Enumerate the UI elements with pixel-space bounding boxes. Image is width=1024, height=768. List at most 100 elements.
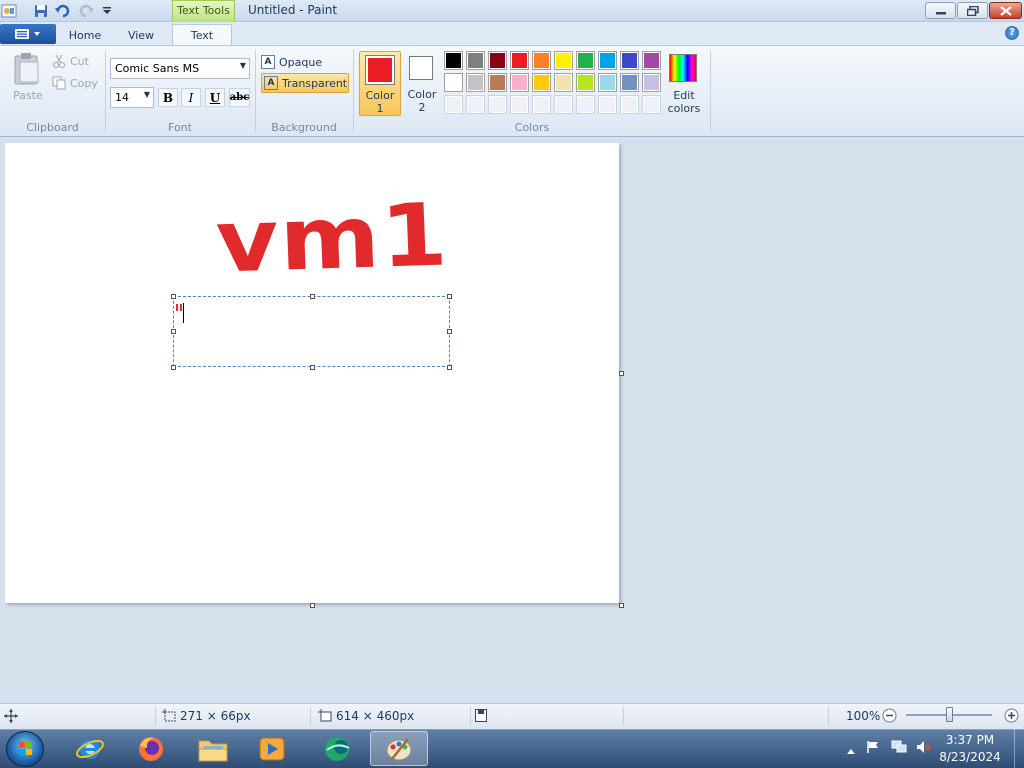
- text-caret-marker: [176, 304, 182, 311]
- minimize-icon: [935, 11, 946, 14]
- palette-swatch[interactable]: [554, 73, 573, 92]
- palette-swatch[interactable]: [598, 51, 617, 70]
- minimize-button[interactable]: [925, 2, 956, 19]
- zoom-out-button[interactable]: [882, 708, 897, 723]
- taskbar-firefox[interactable]: [127, 731, 175, 766]
- palette-swatch[interactable]: [598, 73, 617, 92]
- internet-explorer-icon: [76, 738, 104, 759]
- paste-button[interactable]: Paste: [8, 52, 46, 104]
- palette-swatch[interactable]: [576, 73, 595, 92]
- palette-swatch[interactable]: [488, 51, 507, 70]
- paste-icon: [14, 53, 39, 85]
- help-icon[interactable]: ?: [1005, 26, 1019, 40]
- color1-button[interactable]: Color 1: [359, 51, 401, 116]
- action-center-flag-icon[interactable]: [866, 740, 880, 754]
- clock-date[interactable]: 8/23/2024: [935, 750, 1005, 764]
- show-hidden-icons-icon[interactable]: [846, 744, 856, 754]
- palette-custom-slot[interactable]: [642, 95, 661, 114]
- palette-swatch[interactable]: [510, 51, 529, 70]
- zoom-slider-thumb[interactable]: [946, 707, 953, 722]
- transparent-button[interactable]: A Transparent: [261, 73, 349, 93]
- status-separator: [310, 707, 311, 725]
- underline-button[interactable]: U: [205, 88, 225, 107]
- paint-menu-button[interactable]: [0, 24, 56, 44]
- green-globe-icon: [325, 736, 350, 761]
- canvas-resize-handle[interactable]: [619, 603, 624, 608]
- canvas-resize-handle[interactable]: [310, 603, 315, 608]
- resize-handle[interactable]: [447, 329, 452, 334]
- tab-view[interactable]: View: [116, 24, 166, 46]
- copy-button[interactable]: Copy: [52, 75, 102, 91]
- color2-button[interactable]: Color 2: [403, 51, 441, 116]
- volume-muted-icon[interactable]: [916, 740, 931, 754]
- palette-swatch[interactable]: [642, 51, 661, 70]
- palette-swatch[interactable]: [554, 51, 573, 70]
- canvas-resize-handle[interactable]: [619, 371, 624, 376]
- palette-custom-slot[interactable]: [620, 95, 639, 114]
- paint-app-icon[interactable]: [0, 2, 18, 20]
- text-box-selection[interactable]: [173, 296, 450, 367]
- palette-swatch[interactable]: [466, 51, 485, 70]
- palette-swatch[interactable]: [532, 73, 551, 92]
- clock-time[interactable]: 3:37 PM: [935, 733, 1005, 747]
- redo-icon[interactable]: [77, 2, 95, 20]
- text-tools-context-label: Text Tools: [172, 0, 235, 22]
- selection-size: 271 × 66px: [180, 709, 251, 723]
- network-icon[interactable]: [891, 740, 907, 754]
- firefox-icon: [139, 736, 163, 761]
- bold-button[interactable]: B: [158, 88, 178, 107]
- undo-icon[interactable]: [54, 2, 72, 20]
- zoom-level: 100%: [846, 709, 881, 723]
- palette-swatch[interactable]: [620, 51, 639, 70]
- edit-colors-label-line2: colors: [667, 102, 701, 115]
- taskbar-app-green[interactable]: [313, 731, 361, 766]
- resize-handle[interactable]: [310, 294, 315, 299]
- show-desktop-button[interactable]: [1014, 729, 1024, 768]
- palette-swatch[interactable]: [620, 73, 639, 92]
- resize-handle[interactable]: [171, 365, 176, 370]
- palette-custom-slot[interactable]: [598, 95, 617, 114]
- taskbar-media-player[interactable]: [248, 731, 296, 766]
- palette-swatch[interactable]: [444, 73, 463, 92]
- strikethrough-button[interactable]: abc: [229, 88, 250, 107]
- tab-home[interactable]: Home: [60, 24, 110, 46]
- start-button[interactable]: [6, 731, 44, 767]
- cut-button[interactable]: Cut: [52, 53, 100, 69]
- palette-swatch[interactable]: [444, 51, 463, 70]
- font-family-select[interactable]: Comic Sans MS ▼: [110, 58, 250, 79]
- palette-swatch[interactable]: [532, 51, 551, 70]
- palette-swatch[interactable]: [488, 73, 507, 92]
- resize-handle[interactable]: [310, 365, 315, 370]
- font-family-value: Comic Sans MS: [115, 62, 200, 75]
- close-icon: [999, 5, 1012, 16]
- resize-handle[interactable]: [171, 329, 176, 334]
- taskbar-internet-explorer[interactable]: [66, 731, 114, 766]
- edit-colors-button[interactable]: Edit colors: [666, 52, 702, 116]
- restore-button[interactable]: [957, 2, 988, 19]
- palette-custom-slot[interactable]: [576, 95, 595, 114]
- palette-custom-slot[interactable]: [554, 95, 573, 114]
- palette-custom-slot[interactable]: [532, 95, 551, 114]
- save-icon[interactable]: [32, 2, 50, 20]
- resize-handle[interactable]: [171, 294, 176, 299]
- resize-handle[interactable]: [447, 365, 452, 370]
- cut-icon: [53, 54, 65, 68]
- taskbar-paint[interactable]: [370, 731, 428, 766]
- palette-custom-slot[interactable]: [444, 95, 463, 114]
- close-button[interactable]: [989, 2, 1022, 19]
- customize-qat-icon[interactable]: [98, 2, 116, 20]
- zoom-in-button[interactable]: [1004, 708, 1019, 723]
- palette-custom-slot[interactable]: [488, 95, 507, 114]
- palette-swatch[interactable]: [466, 73, 485, 92]
- palette-custom-slot[interactable]: [466, 95, 485, 114]
- opaque-button[interactable]: A Opaque: [261, 52, 349, 72]
- palette-custom-slot[interactable]: [510, 95, 529, 114]
- tab-text[interactable]: Text: [172, 24, 232, 46]
- palette-swatch[interactable]: [510, 73, 529, 92]
- resize-handle[interactable]: [447, 294, 452, 299]
- palette-swatch[interactable]: [642, 73, 661, 92]
- palette-swatch[interactable]: [576, 51, 595, 70]
- font-size-select[interactable]: 14 ▼: [110, 87, 154, 108]
- italic-button[interactable]: I: [181, 88, 201, 107]
- taskbar-file-explorer[interactable]: [189, 731, 237, 766]
